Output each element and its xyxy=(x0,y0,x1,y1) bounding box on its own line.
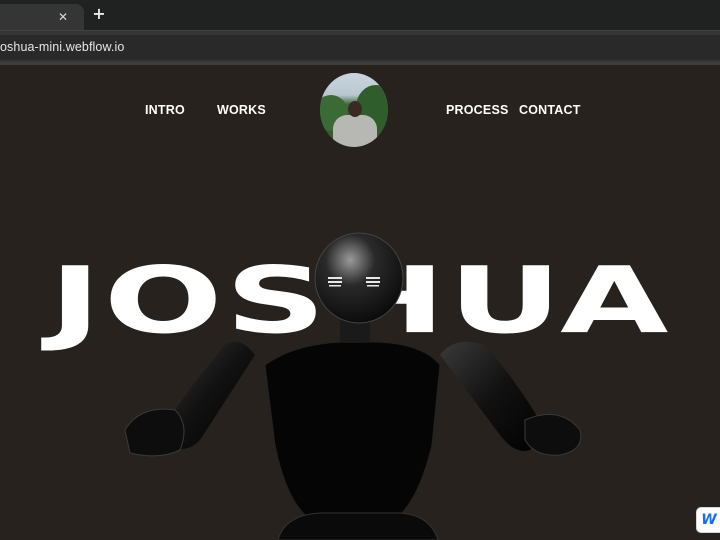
browser-tab-bar: ✕ + xyxy=(0,0,720,30)
robot-right-arm xyxy=(440,341,545,451)
robot-left-hand xyxy=(124,408,185,457)
robot-right-hand xyxy=(524,413,582,456)
robot-base xyxy=(277,512,439,540)
address-bar[interactable]: oshua-mini.webflow.io xyxy=(0,35,720,60)
webflow-badge[interactable]: W xyxy=(697,508,720,532)
robot-left-arm xyxy=(160,341,255,449)
nav-link-intro[interactable]: INTRO xyxy=(145,103,185,117)
close-tab-icon[interactable]: ✕ xyxy=(56,10,70,24)
nav-link-contact[interactable]: CONTACT xyxy=(519,103,581,117)
hero-title: JOSHUA xyxy=(49,247,671,355)
address-url[interactable]: oshua-mini.webflow.io xyxy=(0,40,124,54)
page: INTRO WORKS PROCESS CONTACT JOSHUA xyxy=(0,65,720,540)
avatar[interactable] xyxy=(320,73,388,147)
nav-link-works[interactable]: WORKS xyxy=(217,103,266,117)
browser-tab[interactable]: ✕ xyxy=(0,4,84,30)
nav-link-process[interactable]: PROCESS xyxy=(446,103,509,117)
browser-toolbar: oshua-mini.webflow.io xyxy=(0,30,720,65)
robot-torso xyxy=(264,341,441,516)
new-tab-button[interactable]: + xyxy=(92,6,106,22)
webflow-logo-icon: W xyxy=(701,512,717,528)
